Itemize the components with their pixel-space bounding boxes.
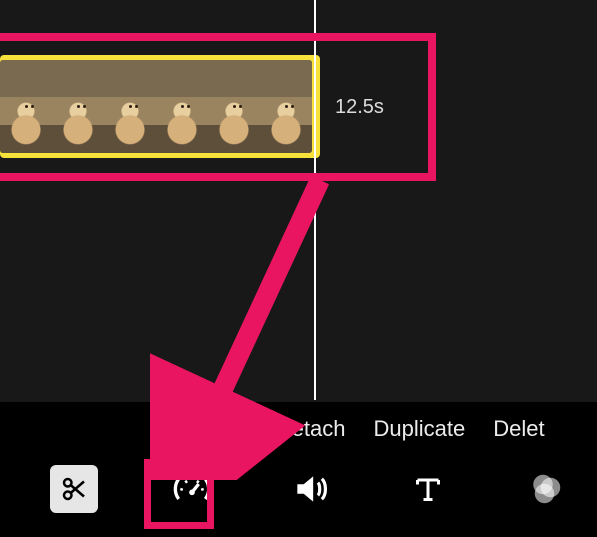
volume-icon [291,470,329,508]
duplicate-action[interactable]: Duplicate [374,416,466,446]
speedometer-icon [172,469,212,509]
bottom-toolbar: Split Detach Duplicate Delet [0,402,597,537]
titles-tool[interactable] [404,465,452,513]
delete-action[interactable]: Delet [493,416,544,446]
clip-duration-label: 12.5s [335,96,384,119]
clip-thumbnails [0,60,312,153]
volume-tool[interactable] [286,465,334,513]
clip-thumb [52,60,104,153]
selected-clip[interactable] [0,55,320,158]
tool-icon-row [0,459,597,519]
actions-tool[interactable] [50,465,98,513]
clip-thumb [260,60,312,153]
clip-thumb [104,60,156,153]
scissors-icon [59,474,89,504]
editor-canvas: 12.5s Split Detach Duplicate Delet [0,0,597,537]
filters-icon [528,471,564,507]
detach-action[interactable]: Detach [276,416,346,446]
clip-thumb [208,60,260,153]
playhead[interactable] [314,0,316,400]
clip-thumb [156,60,208,153]
speed-tool[interactable] [168,465,216,513]
text-icon [410,471,446,507]
filters-tool[interactable] [522,465,570,513]
split-action[interactable]: Split [205,416,248,446]
action-row: Split Detach Duplicate Delet [0,416,597,446]
clip-thumb [0,60,52,153]
